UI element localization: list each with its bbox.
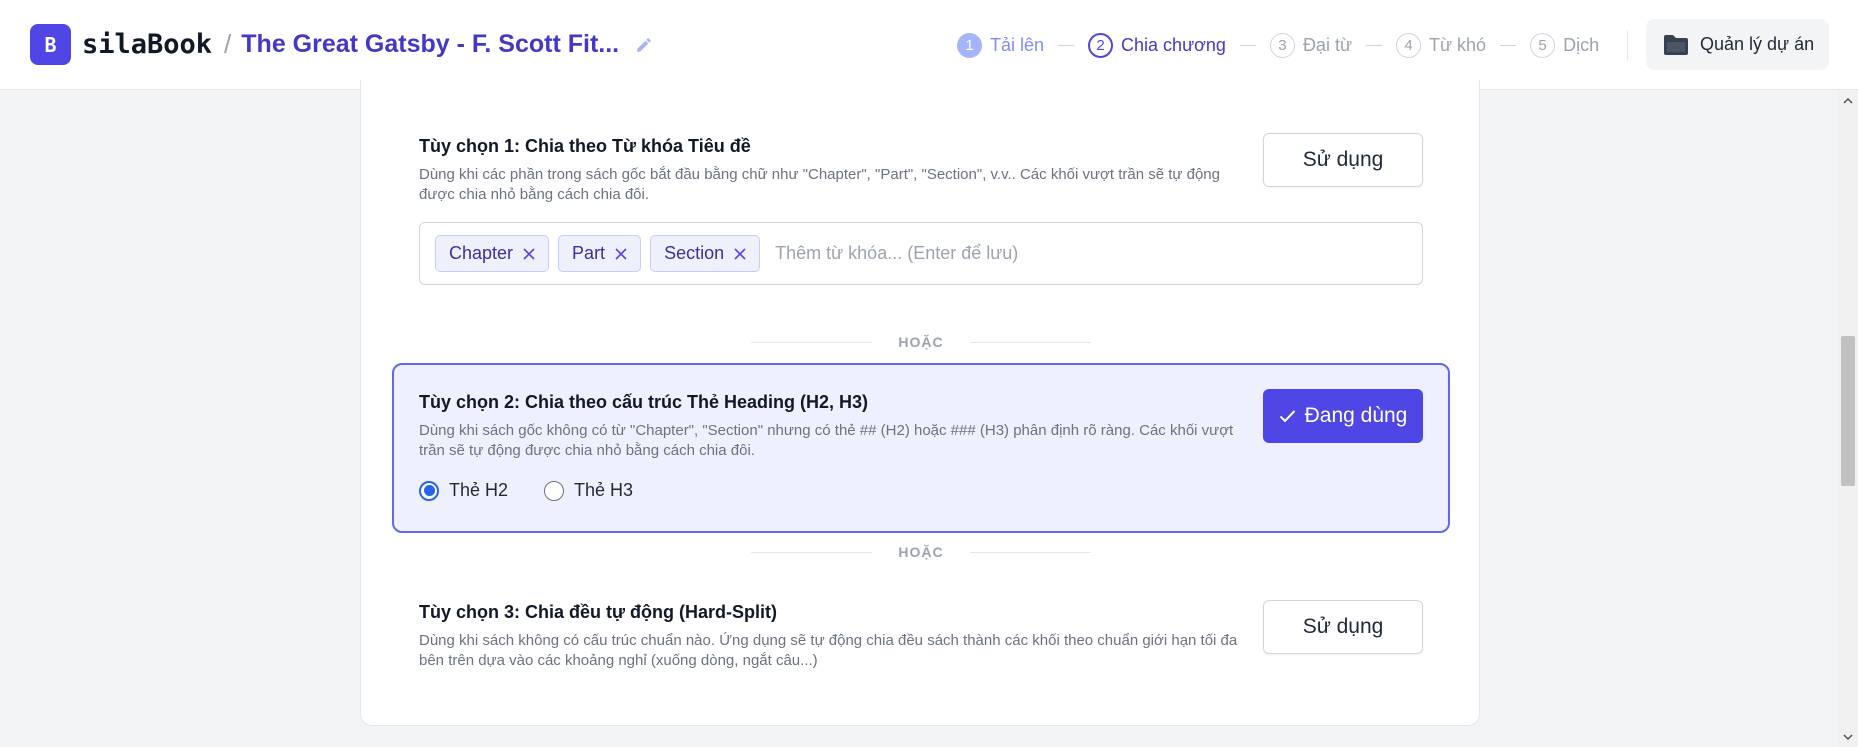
header-divider xyxy=(1627,30,1629,60)
step-number: 4 xyxy=(1396,32,1421,58)
project-title[interactable]: The Great Gatsby - F. Scott Fit... xyxy=(241,30,619,59)
step-connector xyxy=(1366,44,1382,46)
radio-h3-label: Thẻ H3 xyxy=(574,480,634,500)
step-label: Chia chương xyxy=(1121,34,1226,55)
option-2-button-label: Đang dùng xyxy=(1304,404,1408,427)
step-upload[interactable]: 1 Tải lên xyxy=(957,32,1045,58)
pencil-icon[interactable] xyxy=(635,35,655,55)
scroll-down-icon[interactable] xyxy=(1838,727,1858,747)
step-number: 5 xyxy=(1530,32,1556,58)
option-2-selected-panel: Tùy chọn 2: Chia theo cấu trúc Thẻ Headi… xyxy=(392,363,1450,533)
keyword-input[interactable] xyxy=(775,243,1276,264)
option-1: Tùy chọn 1: Chia theo Từ khóa Tiêu đề Dù… xyxy=(419,136,1249,205)
manage-projects-button[interactable]: Quản lý dự án xyxy=(1646,19,1829,70)
keyword-tag-input[interactable]: Chapter Part Section xyxy=(419,222,1423,285)
radio-h2-control[interactable] xyxy=(419,480,439,501)
split-options-card: Tùy chọn 1: Chia theo Từ khóa Tiêu đề Dù… xyxy=(360,80,1480,726)
step-connector xyxy=(1239,44,1256,46)
step-connector xyxy=(1500,44,1517,46)
step-label: Đại từ xyxy=(1302,34,1352,55)
option-3-description: Dùng khi sách không có cấu trúc chuẩn nà… xyxy=(419,632,1238,669)
scrollbar-thumb[interactable] xyxy=(1841,336,1855,486)
option-3: Tùy chọn 3: Chia đều tự động (Hard-Split… xyxy=(419,602,1249,671)
keyword-tag: Chapter xyxy=(435,235,550,272)
option-2-description: Dùng khi sách gốc không có từ "Chapter",… xyxy=(419,422,1234,459)
page-scrollbar[interactable] xyxy=(1838,90,1858,747)
radio-h3[interactable]: Thẻ H3 xyxy=(544,480,633,501)
keyword-tag-label: Section xyxy=(664,243,725,263)
option-2: Tùy chọn 2: Chia theo cấu trúc Thẻ Headi… xyxy=(419,392,1249,461)
step-difficult-words[interactable]: 4 Từ khó xyxy=(1396,32,1487,58)
step-progress: 1 Tải lên 2 Chia chương 3 Đại từ 4 Từ kh… xyxy=(957,0,1642,90)
folder-icon xyxy=(1662,33,1690,57)
app-header: B silaBook / The Great Gatsby - F. Scott… xyxy=(0,0,1858,90)
option-1-description: Dùng khi các phần trong sách gốc bắt đầu… xyxy=(419,166,1220,203)
step-number: 3 xyxy=(1269,32,1295,58)
divider-line xyxy=(751,341,873,343)
close-icon[interactable] xyxy=(523,247,535,260)
or-divider: HOẶC xyxy=(751,334,1092,350)
step-label: Tải lên xyxy=(990,34,1045,55)
keyword-tag-label: Part xyxy=(572,243,606,263)
radio-h3-control[interactable] xyxy=(544,480,564,501)
option-1-use-button[interactable]: Sử dụng xyxy=(1263,133,1423,187)
keyword-tag: Section xyxy=(650,235,761,272)
brand-name: silaBook xyxy=(82,29,213,60)
or-label: HOẶC xyxy=(898,334,944,350)
close-icon[interactable] xyxy=(734,247,746,260)
check-icon xyxy=(1279,409,1296,423)
manage-projects-label: Quản lý dự án xyxy=(1700,34,1815,54)
divider-line xyxy=(969,551,1092,553)
radio-h2[interactable]: Thẻ H2 xyxy=(419,480,508,501)
divider-line xyxy=(751,551,873,553)
step-label: Dịch xyxy=(1563,34,1600,55)
option-2-title: Tùy chọn 2: Chia theo cấu trúc Thẻ Headi… xyxy=(419,392,869,412)
option-1-title: Tùy chọn 1: Chia theo Từ khóa Tiêu đề xyxy=(419,136,751,156)
divider-line xyxy=(969,341,1092,343)
breadcrumb-separator: / xyxy=(224,29,232,59)
or-divider: HOẶC xyxy=(751,544,1092,560)
step-split-chapters[interactable]: 2 Chia chương xyxy=(1088,32,1226,58)
step-label: Từ khó xyxy=(1429,34,1487,55)
keyword-tag-label: Chapter xyxy=(449,243,514,263)
option-3-use-button[interactable]: Sử dụng xyxy=(1263,600,1423,654)
option-3-title: Tùy chọn 3: Chia đều tự động (Hard-Split… xyxy=(419,602,778,622)
step-translate[interactable]: 5 Dịch xyxy=(1530,32,1600,58)
close-icon[interactable] xyxy=(615,247,627,260)
radio-h2-label: Thẻ H2 xyxy=(449,480,509,500)
app-logo[interactable]: B xyxy=(30,24,71,65)
keyword-tag: Part xyxy=(558,235,642,272)
step-connector xyxy=(1058,44,1075,46)
scroll-up-icon[interactable] xyxy=(1838,90,1858,110)
or-label: HOẶC xyxy=(898,544,944,560)
step-pronouns[interactable]: 3 Đại từ xyxy=(1269,32,1352,58)
option-2-in-use-button[interactable]: Đang dùng xyxy=(1263,389,1423,443)
step-number: 1 xyxy=(957,32,982,58)
step-number: 2 xyxy=(1088,32,1114,58)
